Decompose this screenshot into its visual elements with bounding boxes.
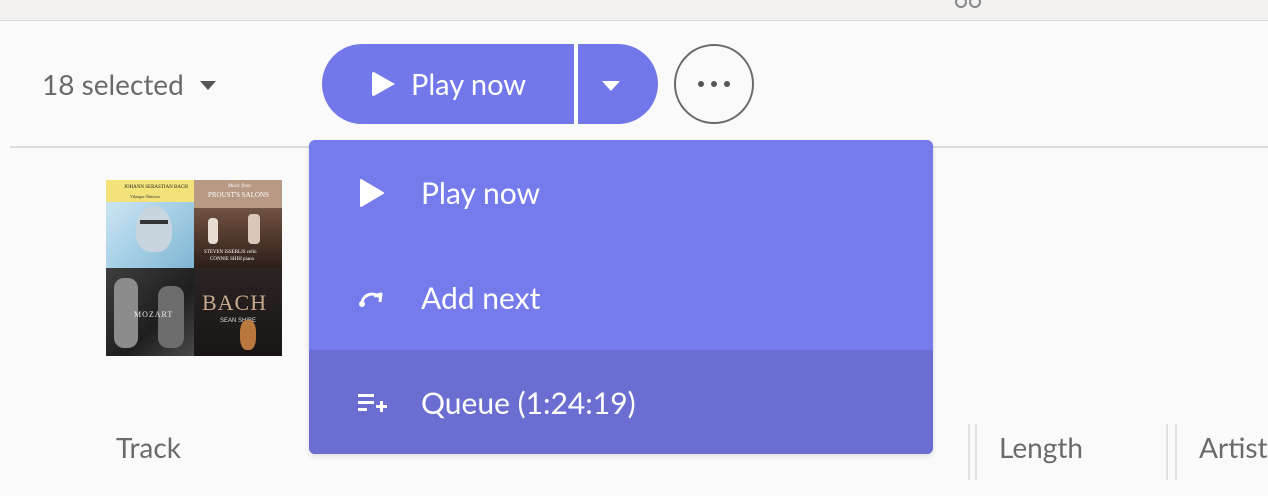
play-icon — [357, 178, 387, 208]
album-cover-text: PROUST'S SALONS — [208, 191, 269, 199]
menu-item-queue[interactable]: Queue (1:24:19) — [309, 350, 933, 454]
play-icon — [372, 71, 395, 97]
column-divider[interactable] — [1166, 424, 1168, 480]
column-divider[interactable] — [1175, 424, 1177, 480]
album-cover-text: Víkingur Ólafsson — [130, 194, 160, 199]
album-cover-text: CONNIE SHIH piano — [210, 257, 255, 262]
more-icon-dot — [724, 81, 730, 87]
album-cover-text: STEVEN ISSERLIS cello — [204, 250, 257, 255]
column-header-track[interactable]: Track — [116, 430, 181, 464]
album-cover: JOHANN SEBASTIAN BACH Víkingur Ólafsson — [106, 180, 194, 268]
album-cover-text: BACH — [202, 290, 268, 315]
album-cover-text: Music from — [228, 184, 251, 189]
column-header-length[interactable]: Length — [999, 430, 1083, 464]
queue-add-icon — [357, 388, 387, 418]
album-art-mosaic: JOHANN SEBASTIAN BACH Víkingur Ólafsson … — [106, 180, 282, 356]
menu-item-play-now[interactable]: Play now — [309, 140, 933, 245]
menu-item-label: Play now — [421, 174, 541, 211]
menu-item-add-next[interactable]: Add next — [309, 245, 933, 350]
column-header-artist[interactable]: Artist — [1199, 430, 1268, 464]
menu-item-label: Queue (1:24:19) — [421, 384, 636, 421]
album-cover: Music from PROUST'S SALONS STEVEN ISSERL… — [194, 180, 282, 268]
more-icon-dot — [711, 81, 717, 87]
play-options-dropdown-button[interactable] — [578, 44, 658, 124]
play-options-menu: Play now Add next Queue (1:24:19) — [309, 140, 933, 454]
play-now-button[interactable]: Play now — [322, 44, 574, 124]
chevron-down-icon — [602, 81, 620, 91]
column-divider[interactable] — [968, 424, 970, 480]
album-cover: MOZART — [106, 268, 194, 356]
column-divider[interactable] — [975, 424, 977, 480]
album-cover-text: MOZART — [134, 310, 174, 319]
play-now-label: Play now — [411, 66, 527, 102]
more-options-button[interactable] — [674, 44, 754, 124]
album-cover: BACH SEAN SHIBE — [194, 268, 282, 356]
selection-count-label: 18 selected — [42, 67, 184, 101]
more-icon — [698, 81, 704, 87]
play-split-button: Play now — [322, 44, 658, 124]
window-control-icon — [953, 0, 987, 8]
add-next-icon — [357, 283, 387, 313]
caret-down-icon — [199, 81, 216, 90]
album-cover-text: JOHANN SEBASTIAN BACH — [124, 185, 188, 190]
selection-count-dropdown[interactable]: 18 selected — [42, 66, 216, 102]
top-bar — [0, 0, 1268, 21]
menu-item-label: Add next — [421, 279, 541, 316]
